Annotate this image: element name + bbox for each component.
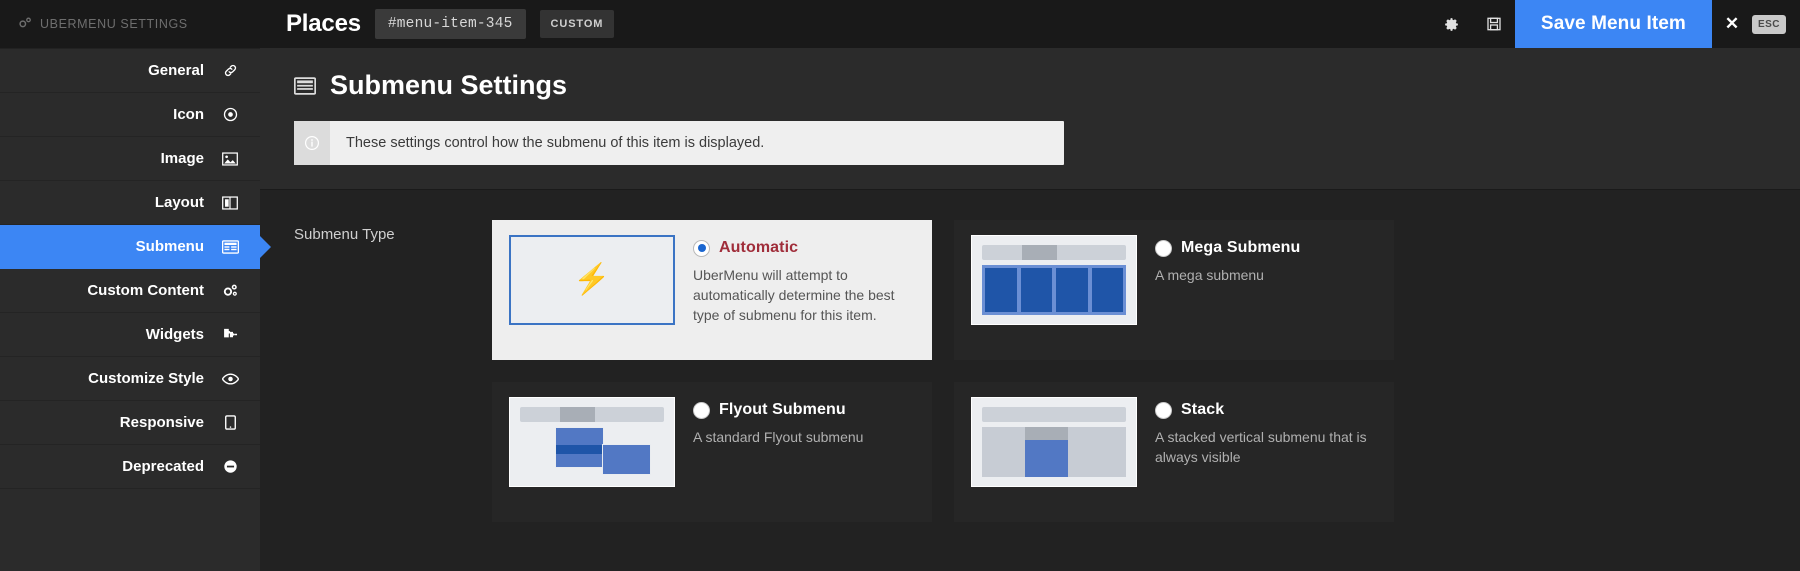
radio-automatic[interactable] [693,239,710,257]
option-description: A standard Flyout submenu [693,429,864,445]
option-title: Stack [1181,401,1225,418]
cogs-icon [220,283,240,298]
option-title: Flyout Submenu [719,401,846,418]
flyout-submenu-preview-icon [509,397,675,487]
sidebar-item-layout[interactable]: Layout [0,181,260,225]
cogs-icon [18,16,32,32]
info-notice: These settings control how the submenu o… [294,121,1064,165]
setting-label: Submenu Type [294,226,395,243]
brand: UBERMENU SETTINGS [0,0,260,48]
window-body: General Icon Image Layout Submenu Custom… [0,48,1800,571]
option-flyout-submenu[interactable]: Flyout Submenu A standard Flyout submenu [492,382,932,522]
menu-item-title: Places [286,10,361,37]
menu-item-slug: #menu-item-345 [374,9,526,39]
save-menu-item-button[interactable]: Save Menu Item [1514,0,1712,48]
submenu-type-setting: Submenu Type ⚡ Automatic UberMenu will a… [260,190,1800,522]
option-body: Automatic UberMenu will attempt to autom… [693,235,915,345]
sidebar-item-label: Widgets [145,326,204,343]
mega-submenu-preview-icon [971,235,1137,325]
sidebar-item-label: Icon [173,106,204,123]
gear-icon[interactable] [1431,0,1473,48]
sidebar-item-label: Image [160,150,204,167]
sidebar-item-icon[interactable]: Icon [0,93,260,137]
stack-submenu-preview-icon [971,397,1137,487]
sidebar-item-widgets[interactable]: Widgets [0,313,260,357]
sidebar-item-general[interactable]: General [0,49,260,93]
option-header: Automatic [693,239,915,257]
info-notice-text: These settings control how the submenu o… [346,135,765,151]
settings-main-panel: Submenu Settings These settings control … [260,48,1800,571]
radio-flyout-submenu[interactable] [693,401,710,419]
close-icon[interactable]: ✕ [1712,0,1752,48]
submenu-icon [294,76,316,95]
submenu-type-options: ⚡ Automatic UberMenu will attempt to aut… [492,220,1800,522]
header-item-info: Places #menu-item-345 CUSTOM [260,0,615,48]
radio-stack[interactable] [1155,401,1172,419]
option-description: A mega submenu [1155,267,1264,283]
columns-icon [220,195,240,210]
sidebar-item-custom-content[interactable]: Custom Content [0,269,260,313]
page-title-text: Submenu Settings [330,70,568,100]
option-description: A stacked vertical submenu that is alway… [1155,429,1367,465]
link-icon [220,63,240,78]
sidebar-item-customize-style[interactable]: Customize Style [0,357,260,401]
sidebar-item-label: Layout [154,194,204,211]
image-icon [220,151,240,166]
brand-label: UBERMENU SETTINGS [40,17,188,31]
puzzle-icon [220,327,240,342]
app-header: UBERMENU SETTINGS Places #menu-item-345 … [0,0,1800,48]
option-title: Mega Submenu [1181,239,1301,256]
option-body: Flyout Submenu A standard Flyout submenu [693,397,915,507]
option-stack[interactable]: Stack A stacked vertical submenu that is… [954,382,1394,522]
option-header: Mega Submenu [1155,239,1377,257]
sidebar-item-label: Responsive [119,414,204,431]
page-title: Submenu Settings [294,70,1766,101]
sidebar-item-label: General [148,62,204,79]
option-header: Stack [1155,401,1377,419]
eye-icon [220,372,240,385]
option-title: Automatic [719,239,799,256]
ubermenu-settings-window: UBERMENU SETTINGS Places #menu-item-345 … [0,0,1800,571]
minus-circle-icon [220,459,240,474]
submenu-icon [220,239,240,254]
sidebar-item-label: Deprecated [122,458,204,475]
header-actions: Save Menu Item ✕ ESC [1431,0,1800,48]
option-mega-submenu[interactable]: Mega Submenu A mega submenu [954,220,1394,360]
sidebar-item-label: Submenu [135,238,204,255]
option-header: Flyout Submenu [693,401,915,419]
info-icon [294,121,330,165]
sidebar-item-deprecated[interactable]: Deprecated [0,445,260,489]
radio-mega-submenu[interactable] [1155,239,1172,257]
sidebar-item-submenu[interactable]: Submenu [0,225,260,269]
option-body: Stack A stacked vertical submenu that is… [1155,397,1377,507]
sidebar-item-label: Custom Content [87,282,204,299]
panel-header: Submenu Settings These settings control … [260,48,1800,190]
option-description: UberMenu will attempt to automatically d… [693,267,895,323]
option-automatic[interactable]: ⚡ Automatic UberMenu will attempt to aut… [492,220,932,360]
lightning-bolt-icon: ⚡ [509,235,675,325]
sidebar-item-image[interactable]: Image [0,137,260,181]
target-icon [220,107,240,122]
esc-badge[interactable]: ESC [1751,14,1786,34]
mobile-icon [220,415,240,430]
sidebar-item-responsive[interactable]: Responsive [0,401,260,445]
option-body: Mega Submenu A mega submenu [1155,235,1377,345]
floppy-disk-icon[interactable] [1473,0,1515,48]
sidebar-item-label: Customize Style [88,370,204,387]
settings-sidebar: General Icon Image Layout Submenu Custom… [0,48,260,571]
menu-item-type-badge: CUSTOM [539,10,615,38]
